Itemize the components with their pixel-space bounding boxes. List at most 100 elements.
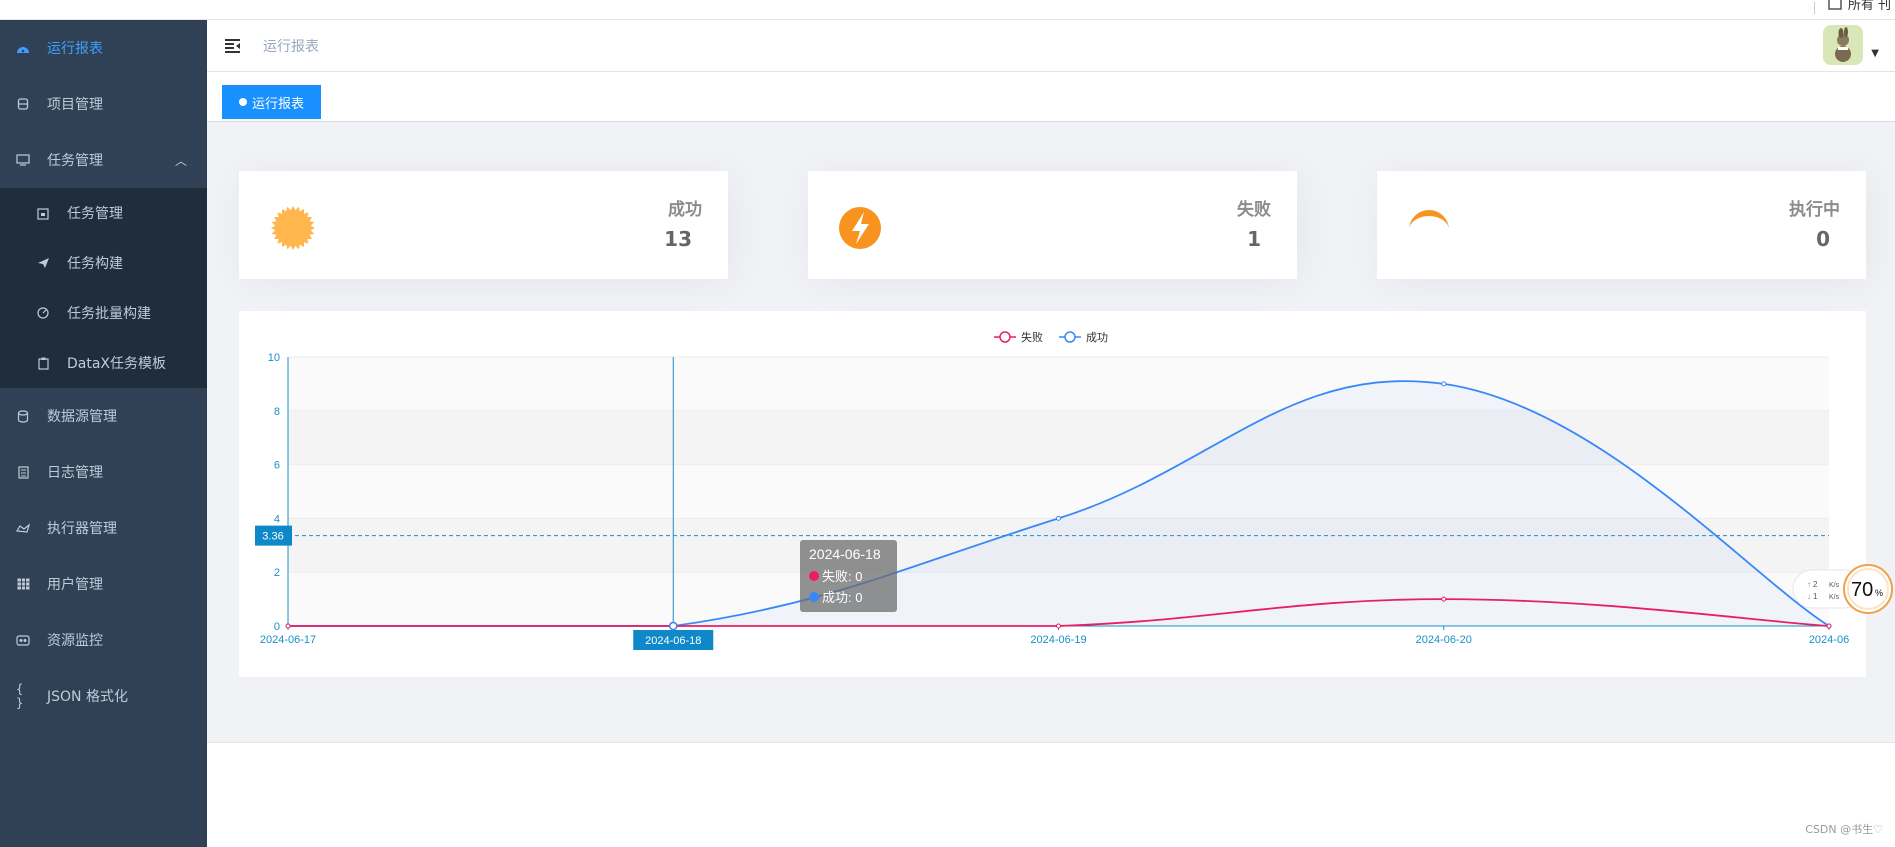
sidebar-item-json-format[interactable]: { } JSON 格式化 (0, 668, 207, 724)
top-divider (1814, 2, 1815, 14)
x-tick-label: 2024-06-19 (1030, 634, 1086, 646)
download-speed: 1 (1813, 592, 1818, 601)
cloud-icon (16, 521, 30, 535)
task-submenu: 任务管理 任务构建 任务批量构建 DataX任务模板 (0, 188, 207, 388)
tag-dashboard[interactable]: 运行报表 (222, 85, 322, 119)
stat-label: 失败 (1237, 200, 1271, 220)
upload-unit: K/s (1829, 582, 1840, 589)
legend-label: 成功 (1086, 331, 1108, 344)
sidebar-item-dashboard[interactable]: 运行报表 (0, 20, 207, 76)
sidebar-item-label: 日志管理 (47, 465, 103, 481)
sidebar-item-tasks[interactable]: 任务管理 ︿ (0, 132, 207, 188)
sidebar-item-logs[interactable]: 日志管理 (0, 444, 207, 500)
tooltip-dot (809, 571, 819, 581)
sidebar-item-label: 执行器管理 (47, 521, 117, 537)
legend-label: 失败 (1021, 330, 1043, 344)
crosshair-y-label: 3.36 (262, 531, 283, 543)
main-area: 运行报表 ▼ 运行报表 成功 13 失败 1 执行中 0 0 2 4 6 8 1… (207, 20, 1895, 847)
svg-text:↓: ↓ (1807, 592, 1811, 601)
sidebar-item-users[interactable]: 用户管理 (0, 556, 207, 612)
chart-panel: 0 2 4 6 8 10 2024-06-17 2024-06-18 2024-06-19 202… (239, 311, 1866, 677)
memory-percent: 70 (1851, 579, 1873, 601)
tooltip-line: 失败: 0 (822, 569, 862, 584)
footer-area (207, 742, 1895, 847)
top-right-text: 所有 刊 (1847, 0, 1891, 13)
upload-speed: 2 (1813, 580, 1818, 589)
percent-sign: % (1875, 588, 1883, 598)
submenu-item-label: 任务构建 (67, 256, 123, 272)
submenu-item-task-build[interactable]: 任务构建 (0, 238, 207, 288)
avatar[interactable] (1823, 25, 1863, 65)
data-point (1441, 596, 1447, 602)
navbar: 运行报表 ▼ (207, 20, 1895, 72)
calendar-icon (36, 206, 50, 220)
stat-label: 执行中 (1789, 200, 1840, 220)
y-tick-label: 10 (268, 352, 280, 364)
hover-point (669, 621, 678, 631)
moon-icon (1409, 210, 1449, 230)
data-point (1441, 381, 1447, 387)
network-speed-widget[interactable]: ↑ 2 K/s ↓ 1 K/s 70 % (1791, 564, 1893, 614)
sidebar-item-label: 项目管理 (47, 97, 103, 113)
chevron-up-icon: ︿ (174, 154, 187, 168)
submenu-item-label: 任务管理 (67, 206, 123, 222)
sidebar-item-label: 运行报表 (47, 41, 103, 57)
grid-band (288, 357, 1829, 411)
download-unit: K/s (1829, 594, 1840, 601)
sidebar-item-projects[interactable]: 项目管理 (0, 76, 207, 132)
data-point (285, 623, 291, 629)
crosshair-x-label: 2024-06-18 (645, 635, 701, 647)
svg-text:↑: ↑ (1807, 580, 1811, 589)
dashboard-content: 成功 13 失败 1 执行中 0 0 2 4 6 8 10 2024-06-17 2024-0… (207, 122, 1895, 742)
watermark: CSDN @书生♡ (1805, 823, 1883, 836)
stat-value: 1 (1247, 227, 1261, 251)
sidebar-item-executors[interactable]: 执行器管理 (0, 500, 207, 556)
braces-icon: { } (16, 682, 24, 710)
submenu-item-task-management[interactable]: 任务管理 (0, 188, 207, 238)
sidebar-item-datasource[interactable]: 数据源管理 (0, 388, 207, 444)
submenu-item-datax-template[interactable]: DataX任务模板 (0, 338, 207, 388)
top-right-menu[interactable]: 所有 刊 (1828, 0, 1891, 13)
x-tick-label: 2024-06 (1809, 634, 1849, 646)
y-tick-label: 8 (274, 406, 280, 418)
y-tick-label: 0 (274, 621, 280, 633)
hamburger-icon[interactable] (224, 37, 242, 55)
caret-down-icon[interactable]: ▼ (1871, 48, 1879, 59)
data-point (1056, 623, 1061, 629)
breadcrumb: 运行报表 (263, 38, 319, 55)
stat-card-success: 成功 13 (239, 171, 728, 279)
database-icon (16, 97, 30, 111)
submenu-item-batch-build[interactable]: 任务批量构建 (0, 288, 207, 338)
clipboard-icon (36, 356, 50, 370)
x-tick-label: 2024-06-17 (260, 634, 316, 646)
sidebar-item-label: 资源监控 (47, 633, 103, 649)
submenu-item-label: 任务批量构建 (67, 306, 151, 322)
sidebar-item-label: 用户管理 (47, 577, 103, 593)
gauge-icon (36, 306, 50, 320)
monitor-icon (16, 153, 30, 167)
datasource-icon (16, 409, 30, 423)
y-tick-label: 6 (274, 460, 280, 472)
stat-value: 13 (664, 227, 692, 251)
tags-view: 运行报表 (207, 72, 1895, 122)
sidebar-item-label: 任务管理 (47, 153, 103, 169)
window-icon (1828, 0, 1842, 10)
data-point (1826, 623, 1832, 629)
legend-marker (999, 331, 1011, 343)
x-tick-label: 2024-06-20 (1416, 634, 1472, 646)
stat-value: 0 (1816, 227, 1830, 251)
dashboard-icon (16, 41, 30, 55)
avatar-image (1835, 27, 1851, 62)
line-chart[interactable]: 0 2 4 6 8 10 2024-06-17 2024-06-18 2024-06-19 202… (239, 311, 1866, 677)
stat-card-failed: 失败 1 (808, 171, 1297, 279)
y-tick-label: 4 (274, 513, 280, 525)
data-point (1056, 515, 1061, 521)
legend-marker (1064, 331, 1076, 343)
grid-icon (16, 577, 30, 591)
sidebar: 运行报表 项目管理 任务管理 ︿ 任务管理 任务构建 任务批量构建 DataX任… (0, 20, 207, 847)
sidebar-item-resource-monitor[interactable]: 资源监控 (0, 612, 207, 668)
monitor-link-icon (16, 633, 30, 647)
sun-icon (271, 206, 315, 250)
tag-label: 运行报表 (252, 96, 305, 112)
top-strip: 所有 刊 (0, 0, 1895, 20)
